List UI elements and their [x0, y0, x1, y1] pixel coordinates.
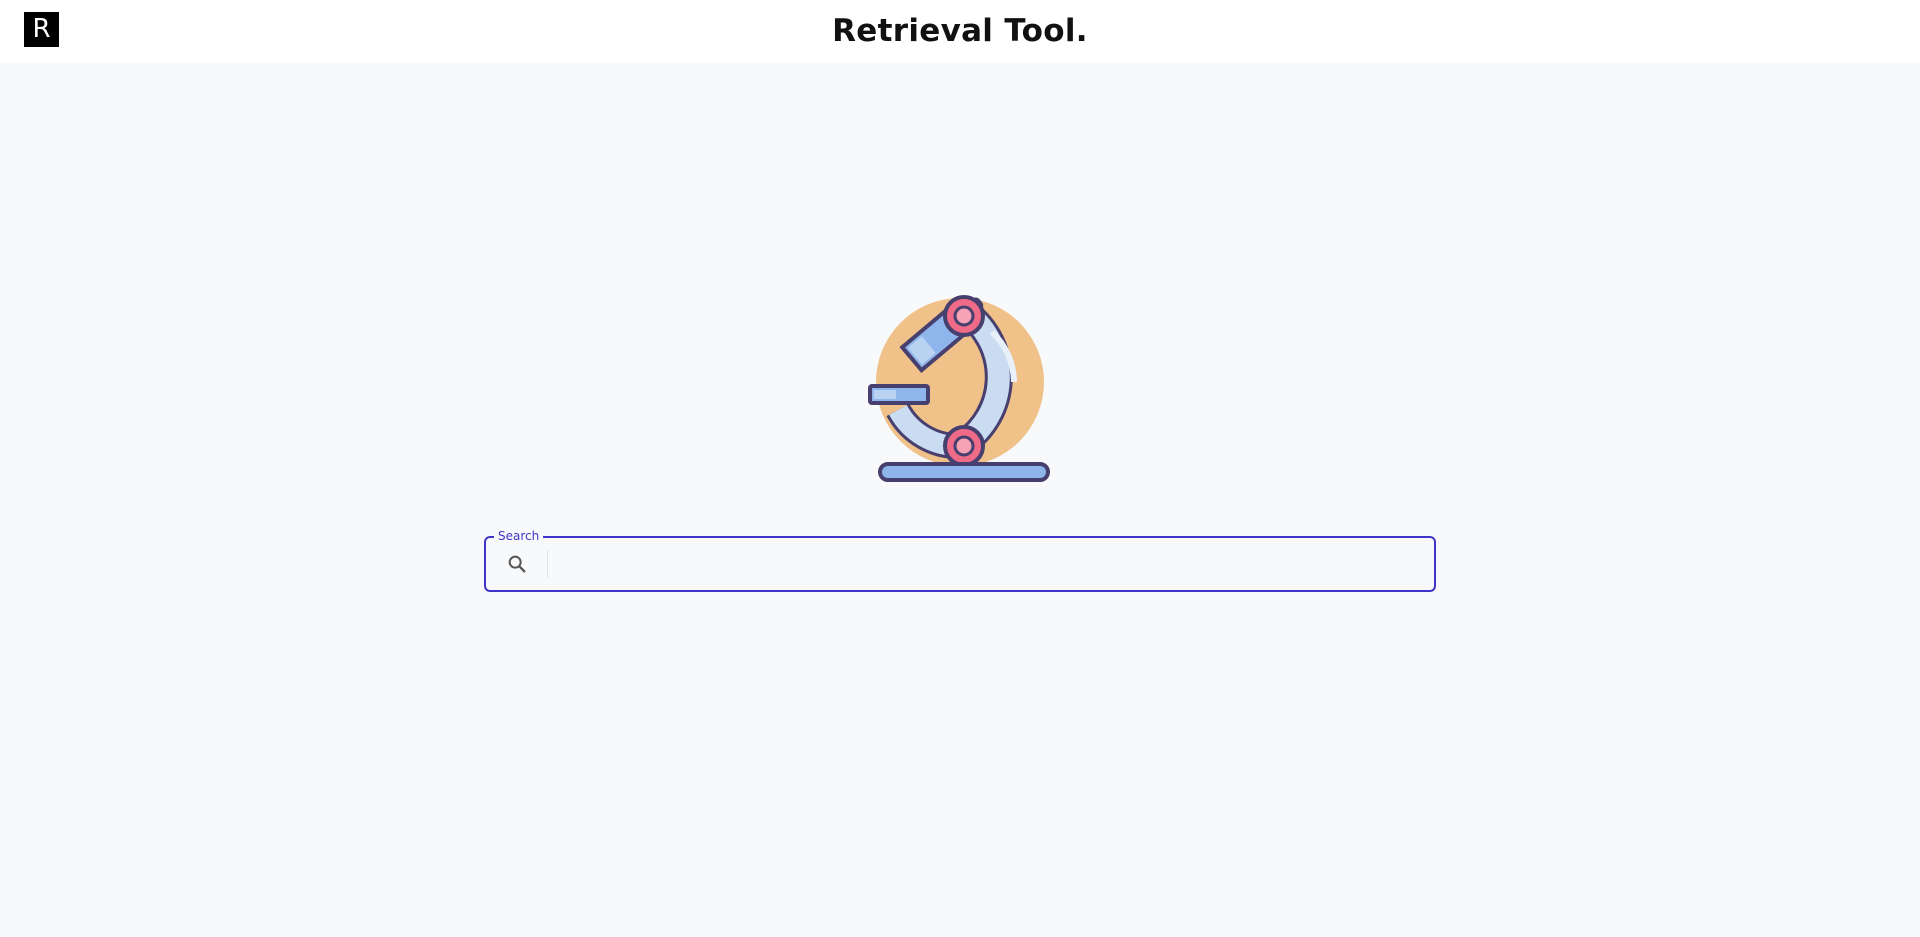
search-divider: [547, 550, 548, 578]
search-label: Search: [494, 529, 544, 543]
app-title: Retrieval Tool.: [832, 13, 1088, 49]
search-icon: [508, 555, 526, 573]
search-input[interactable]: [556, 544, 1416, 584]
hero-illustration: [860, 278, 1060, 488]
microscope-icon: [868, 295, 1050, 482]
top-bar: R Retrieval Tool.: [0, 0, 1920, 63]
search-field[interactable]: Search: [484, 529, 1436, 592]
